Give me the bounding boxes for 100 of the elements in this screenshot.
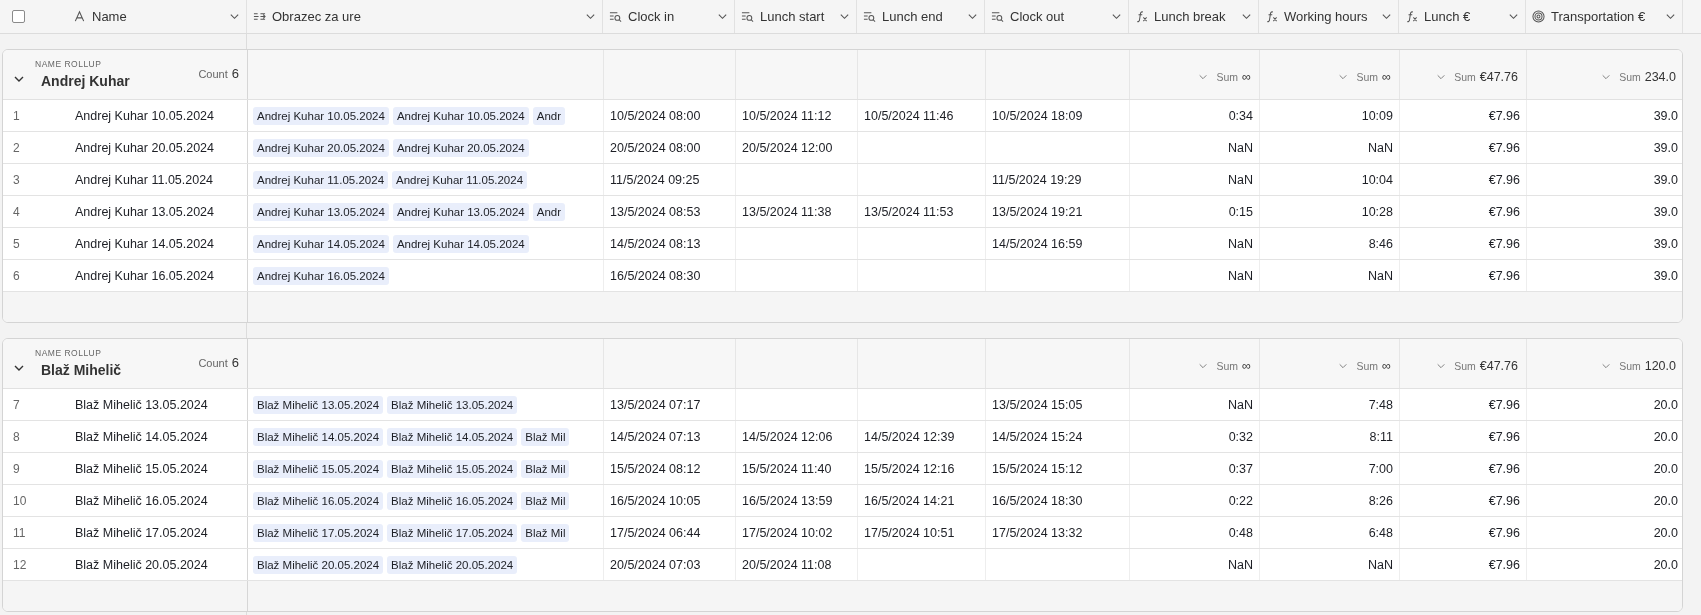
link-chip[interactable]: Blaž Mihelič 20.05.2024: [387, 555, 518, 574]
link-chip[interactable]: Andrej Kuhar 20.05.2024: [392, 138, 529, 157]
row-number: 9: [13, 461, 21, 476]
link-chip[interactable]: Blaž Mil: [521, 491, 570, 510]
table-cell: 14/5/2024 12:06: [742, 429, 833, 444]
table-cell: 20.0: [1653, 429, 1678, 444]
summary-value: ∞: [1242, 358, 1251, 373]
link-chip[interactable]: Blaž Mihelič 15.05.2024: [387, 459, 518, 478]
link-chip[interactable]: Andrej Kuhar 10.05.2024: [253, 106, 389, 125]
link-chip[interactable]: Andrej Kuhar 10.05.2024: [392, 106, 529, 125]
formula-icon: [1405, 10, 1418, 23]
link-chip[interactable]: Andrej Kuhar 11.05.2024: [392, 170, 528, 189]
summary-value: 120.0: [1644, 358, 1676, 373]
link-chip[interactable]: Andrej Kuhar 16.05.2024: [253, 266, 389, 285]
table-cell: 20.0: [1653, 557, 1678, 572]
summary-label: Sum: [1356, 359, 1379, 372]
column-header[interactable]: Clock in: [609, 2, 728, 31]
link-chip[interactable]: Blaž Mihelič 13.05.2024: [253, 395, 384, 414]
table-cell: Blaž Mihelič 20.05.2024: [75, 557, 208, 572]
table-cell: 16/5/2024 08:30: [610, 268, 701, 283]
spiral-icon: [1532, 10, 1545, 23]
table-cell: 14/5/2024 12:39: [864, 429, 955, 444]
column-header[interactable]: Clock out: [991, 2, 1122, 31]
chevron-down-icon: [1508, 11, 1519, 22]
table-cell: 17/5/2024 10:51: [864, 525, 955, 540]
link-chip[interactable]: Blaž Mihelič 13.05.2024: [387, 395, 518, 414]
link-chip[interactable]: Blaž Mihelič 16.05.2024: [253, 491, 384, 510]
table-cell: Blaž Mihelič 15.05.2024: [75, 461, 208, 476]
table-cell: €7.96: [1488, 429, 1520, 444]
table-cell: 0:37: [1228, 461, 1253, 476]
table-cell: 10:09: [1361, 108, 1393, 123]
link-chip[interactable]: Andr: [532, 106, 566, 125]
link-chip[interactable]: Blaž Mihelič 14.05.2024: [387, 427, 518, 446]
link-chip[interactable]: Andrej Kuhar 13.05.2024: [392, 202, 529, 221]
column-header[interactable]: Lunch end: [863, 2, 978, 31]
table-cell: Andrej Kuhar 13.05.2024: [75, 204, 214, 219]
column-header[interactable]: Obrazec za ure: [253, 2, 596, 31]
table-cell: 13/5/2024 19:21: [992, 204, 1083, 219]
group-caption: NAME ROLLUP: [35, 347, 103, 358]
link-chip[interactable]: Andrej Kuhar 11.05.2024: [253, 170, 389, 189]
link-chip[interactable]: Blaž Mil: [521, 459, 570, 478]
table-cell: NaN: [1228, 557, 1253, 572]
chevron-down-icon: [967, 11, 978, 22]
table-cell: 39.0: [1653, 108, 1678, 123]
link-chip[interactable]: Blaž Mihelič 17.05.2024: [253, 523, 384, 542]
link-chip[interactable]: Andrej Kuhar 20.05.2024: [253, 138, 389, 157]
table-cell: 0:22: [1228, 493, 1253, 508]
table-cell: 13/5/2024 07:17: [610, 397, 701, 412]
link-chip[interactable]: Blaž Mihelič 16.05.2024: [387, 491, 518, 510]
count-label: Count: [198, 68, 228, 80]
row-number: 12: [13, 557, 28, 572]
table-cell: 0:34: [1228, 108, 1253, 123]
table-cell: €7.96: [1488, 172, 1520, 187]
table-cell: NaN: [1228, 397, 1253, 412]
summary-value: 234.0: [1644, 69, 1676, 84]
lookup-icon: [863, 10, 876, 23]
link-chip[interactable]: Andrej Kuhar 13.05.2024: [253, 202, 389, 221]
table-cell: 6:48: [1368, 525, 1393, 540]
link-chip[interactable]: Blaž Mihelič 14.05.2024: [253, 427, 384, 446]
column-header[interactable]: Lunch €: [1405, 2, 1519, 31]
link-chip[interactable]: Blaž Mil: [521, 523, 570, 542]
table-cell: 10/5/2024 18:09: [992, 108, 1083, 123]
link-chip[interactable]: Andrej Kuhar 14.05.2024: [253, 234, 389, 253]
link-chip[interactable]: Andrej Kuhar 14.05.2024: [392, 234, 529, 253]
table-cell: 39.0: [1653, 140, 1678, 155]
table-cell: 13/5/2024 08:53: [610, 204, 701, 219]
chevron-down-icon: [1241, 11, 1252, 22]
table-cell: Andrej Kuhar 10.05.2024: [75, 108, 214, 123]
table-cell: €7.96: [1488, 525, 1520, 540]
row-number: 11: [13, 525, 27, 540]
table-cell: 20/5/2024 08:00: [610, 140, 701, 155]
chevron-down-icon: [229, 11, 240, 22]
table-cell: 14/5/2024 08:13: [610, 236, 701, 251]
link-chip[interactable]: Blaž Mihelič 15.05.2024: [253, 459, 384, 478]
column-header[interactable]: Lunch break: [1135, 2, 1252, 31]
table-cell: €7.96: [1488, 236, 1520, 251]
table-cell: 10/5/2024 11:46: [864, 108, 954, 123]
link-chip[interactable]: Blaž Mil: [521, 427, 570, 446]
table-cell: 14/5/2024 16:59: [992, 236, 1083, 251]
link-chip[interactable]: Blaž Mihelič 20.05.2024: [253, 555, 384, 574]
table-cell: 39.0: [1653, 236, 1678, 251]
column-header[interactable]: Working hours: [1265, 2, 1392, 31]
select-all-checkbox[interactable]: [12, 10, 25, 23]
table-cell: 20/5/2024 07:03: [610, 557, 701, 572]
table-cell: 13/5/2024 15:05: [992, 397, 1083, 412]
link-chip[interactable]: Blaž Mihelič 17.05.2024: [387, 523, 518, 542]
column-header[interactable]: Transportation €: [1532, 2, 1676, 31]
link-chip[interactable]: Andr: [532, 202, 566, 221]
table-cell: 8:26: [1368, 493, 1393, 508]
column-header[interactable]: Name: [73, 2, 240, 31]
chevron-down-icon: [585, 11, 596, 22]
table-cell: Blaž Mihelič 16.05.2024: [75, 493, 208, 508]
lookup-icon: [991, 10, 1004, 23]
count-value: 6: [231, 66, 239, 81]
table-cell: Blaž Mihelič 13.05.2024: [75, 397, 208, 412]
table-cell: 10/5/2024 11:12: [742, 108, 832, 123]
column-header[interactable]: Lunch start: [741, 2, 850, 31]
table-cell: NaN: [1228, 172, 1253, 187]
summary-label: Sum: [1454, 70, 1476, 83]
table-cell: 20/5/2024 11:08: [742, 557, 832, 572]
